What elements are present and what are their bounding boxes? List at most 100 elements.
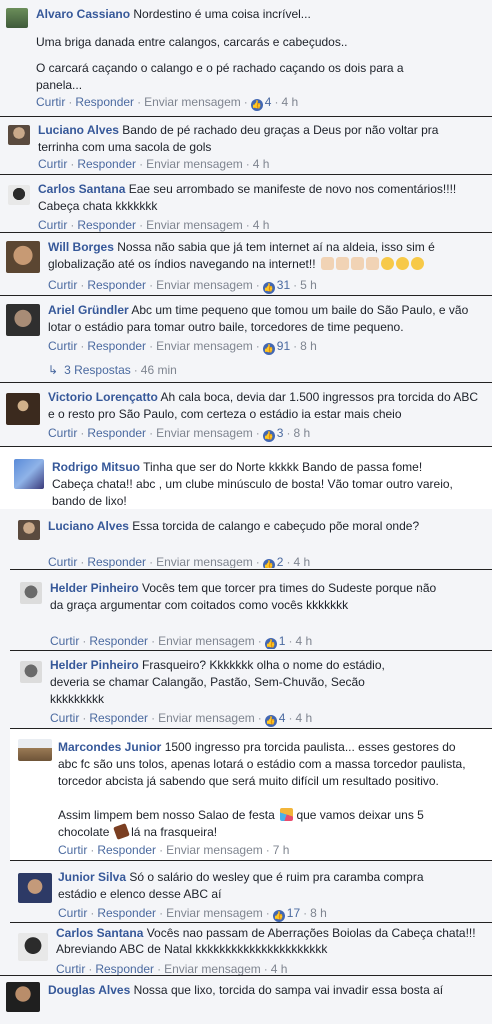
reply-button[interactable]: Responder <box>87 425 146 441</box>
like-icon: 👍 <box>262 430 275 442</box>
like-icon: 👍 <box>262 282 275 294</box>
avatar[interactable] <box>6 982 40 1012</box>
reply-comment: Luciano Alves Essa torcida de calango e … <box>10 510 492 568</box>
like-button[interactable]: Curtir <box>56 961 85 975</box>
avatar[interactable] <box>18 739 52 761</box>
avatar[interactable] <box>6 241 40 273</box>
like-count[interactable]: 3 <box>277 425 284 441</box>
reply-button[interactable]: Responder <box>97 842 156 858</box>
timestamp[interactable]: 5 h <box>300 277 317 293</box>
like-button[interactable]: Curtir <box>48 338 77 354</box>
timestamp[interactable]: 8 h <box>293 425 310 441</box>
send-message-button[interactable]: Enviar mensagem <box>156 277 253 293</box>
view-replies-link[interactable]: 3 Respostas <box>64 362 131 378</box>
comment-author[interactable]: Helder Pinheiro <box>50 658 139 672</box>
reply-button[interactable]: Responder <box>77 217 136 232</box>
like-button[interactable]: Curtir <box>50 710 79 726</box>
like-button[interactable]: Curtir <box>48 277 77 293</box>
like-count[interactable]: 31 <box>277 277 290 293</box>
comment-author[interactable]: Luciano Alves <box>38 123 119 137</box>
comment-author[interactable]: Alvaro Cassiano <box>36 7 130 21</box>
like-button[interactable]: Curtir <box>58 842 87 858</box>
chocolate-emoji-icon <box>112 823 130 840</box>
like-count[interactable]: 91 <box>277 338 290 354</box>
comment: Luciano Alves Bando de pé rachado deu gr… <box>0 117 492 174</box>
comment-author[interactable]: Douglas Alves <box>48 983 130 997</box>
laughing-emoji-icon <box>380 257 394 270</box>
comment: Will Borges Nossa não sabia que já tem i… <box>0 233 492 295</box>
comment-text: chocolate <box>58 825 110 839</box>
chevron-down-icon[interactable]: ⌄ <box>416 582 425 595</box>
like-button[interactable]: Curtir <box>38 156 67 172</box>
send-message-button[interactable]: Enviar mensagem <box>146 217 243 232</box>
like-count[interactable]: 2 <box>277 554 284 568</box>
timestamp[interactable]: 7 h <box>273 842 290 858</box>
like-icon: 👍 <box>264 715 277 727</box>
reply-button[interactable]: Responder <box>87 338 146 354</box>
comment-author[interactable]: Ariel Gründler <box>48 303 129 317</box>
like-count[interactable]: 1 <box>279 633 286 649</box>
comment-author[interactable]: Marcondes Junior <box>58 740 161 754</box>
like-count[interactable]: 4 <box>265 94 272 110</box>
timestamp[interactable]: 4 h <box>281 94 298 110</box>
timestamp[interactable]: 4 h <box>253 217 270 232</box>
timestamp[interactable]: 4 h <box>295 633 312 649</box>
comment-author[interactable]: Victorio Lorençatto <box>48 390 158 404</box>
reply-button[interactable]: Responder <box>87 277 146 293</box>
like-count[interactable]: 17 <box>287 905 300 921</box>
reply-button[interactable]: Responder <box>75 94 134 110</box>
like-button[interactable]: Curtir <box>48 554 77 568</box>
avatar[interactable] <box>8 185 30 205</box>
timestamp[interactable]: 8 h <box>310 905 327 921</box>
avatar[interactable] <box>18 520 40 540</box>
thumbs-up-emoji-icon <box>320 257 334 270</box>
send-message-button[interactable]: Enviar mensagem <box>164 961 261 975</box>
reply-button[interactable]: Responder <box>77 156 136 172</box>
send-message-button[interactable]: Enviar mensagem <box>156 338 253 354</box>
like-button[interactable]: Curtir <box>50 633 79 649</box>
send-message-button[interactable]: Enviar mensagem <box>166 842 263 858</box>
avatar[interactable] <box>14 459 44 489</box>
comment-author[interactable]: Rodrigo Mitsuo <box>52 460 140 474</box>
comment-author[interactable]: Luciano Alves <box>48 519 129 533</box>
replies-time: 46 min <box>140 363 177 377</box>
like-button[interactable]: Curtir <box>38 217 67 232</box>
comment-author[interactable]: Carlos Santana <box>38 182 125 196</box>
reply-button[interactable]: Responder <box>89 633 148 649</box>
avatar[interactable] <box>6 393 40 425</box>
like-button[interactable]: Curtir <box>58 905 87 921</box>
avatar[interactable] <box>6 304 40 336</box>
send-message-button[interactable]: Enviar mensagem <box>158 633 255 649</box>
like-icon: 👍 <box>250 99 263 111</box>
comment-author[interactable]: Junior Silva <box>58 870 126 884</box>
reply-button[interactable]: Responder <box>89 710 148 726</box>
timestamp[interactable]: 8 h <box>300 338 317 354</box>
avatar[interactable] <box>18 933 48 961</box>
timestamp[interactable]: 4 h <box>295 710 312 726</box>
avatar[interactable] <box>20 582 42 604</box>
avatar[interactable] <box>6 8 28 28</box>
send-message-button[interactable]: Enviar mensagem <box>144 94 241 110</box>
comment: Rodrigo Mitsuo Tinha que ser do Norte kk… <box>0 447 492 509</box>
avatar[interactable] <box>8 125 30 145</box>
send-message-button[interactable]: Enviar mensagem <box>158 710 255 726</box>
reply-comment: Helder Pinheiro Vocês tem que torcer pra… <box>10 570 492 649</box>
send-message-button[interactable]: Enviar mensagem <box>166 905 263 921</box>
send-message-button[interactable]: Enviar mensagem <box>146 156 243 172</box>
avatar[interactable] <box>20 661 42 683</box>
reply-button[interactable]: Responder <box>95 961 154 975</box>
timestamp[interactable]: 4 h <box>293 554 310 568</box>
reply-button[interactable]: Responder <box>87 554 146 568</box>
send-message-button[interactable]: Enviar mensagem <box>156 554 253 568</box>
comment-author[interactable]: Will Borges <box>48 240 114 254</box>
send-message-button[interactable]: Enviar mensagem <box>156 425 253 441</box>
timestamp[interactable]: 4 h <box>253 156 270 172</box>
comment-author[interactable]: Helder Pinheiro <box>50 581 139 595</box>
reply-button[interactable]: Responder <box>97 905 156 921</box>
comment-author[interactable]: Carlos Santana <box>56 926 143 940</box>
like-count[interactable]: 4 <box>279 710 286 726</box>
like-button[interactable]: Curtir <box>36 94 65 110</box>
timestamp[interactable]: 4 h <box>271 961 288 975</box>
like-button[interactable]: Curtir <box>48 425 77 441</box>
avatar[interactable] <box>18 873 52 903</box>
